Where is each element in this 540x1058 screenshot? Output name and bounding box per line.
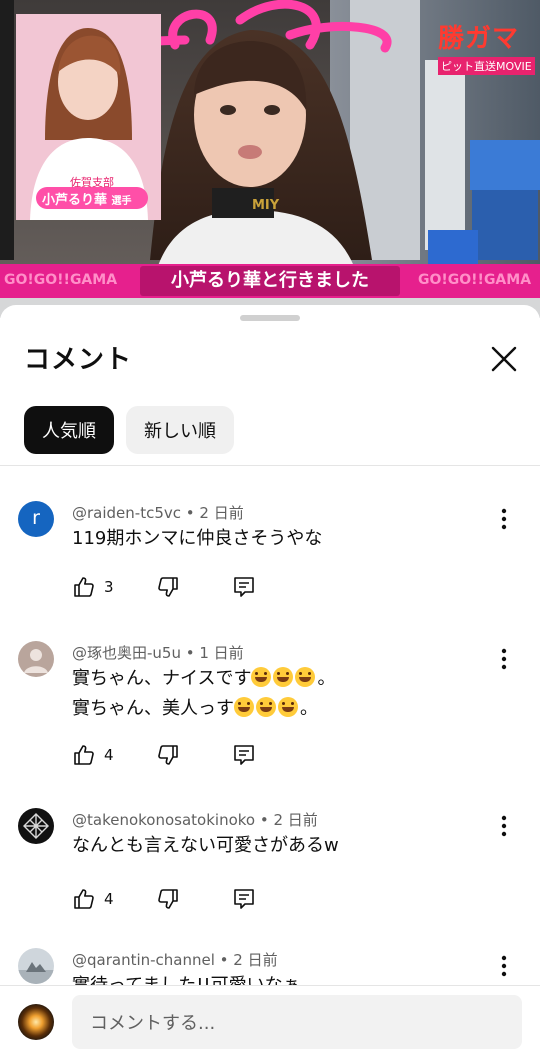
comment-author[interactable]: @raiden-tc5vc — [72, 504, 181, 522]
thumbs-down-icon — [158, 889, 178, 909]
dislike-button[interactable] — [156, 887, 180, 911]
like-count: 4 — [104, 746, 114, 764]
banner-text-right: GO!GO!!GAMA — [418, 272, 532, 288]
default-person-avatar-icon — [24, 649, 48, 673]
like-count: 3 — [104, 578, 114, 596]
grin-emoji-icon — [273, 667, 294, 687]
comment-item: @qarantin-channel • 2 日前 實待ってました!!可愛いなぁ — [0, 932, 540, 996]
comment-author[interactable]: @琢也奥田-u5u — [72, 644, 181, 662]
comment-author[interactable]: @qarantin-channel — [72, 951, 215, 969]
comment-compose-bar: コメントする... — [0, 985, 540, 1058]
comment-time: 1 日前 — [199, 644, 244, 662]
inset-suffix: 選手 — [111, 196, 132, 207]
avatar[interactable] — [18, 948, 54, 984]
separator: • — [181, 504, 200, 522]
comment-meta: @琢也奥田-u5u • 1 日前 — [72, 642, 244, 663]
panel-title: コメント — [24, 345, 133, 375]
line-end: 。 — [300, 698, 318, 719]
comment-time: 2 日前 — [273, 811, 318, 829]
grin-emoji-icon — [256, 697, 276, 717]
more-options-button[interactable] — [494, 954, 514, 978]
reply-button[interactable] — [232, 887, 256, 911]
thumbs-down-icon — [158, 577, 178, 597]
dislike-button[interactable] — [156, 575, 180, 599]
more-vert-icon — [501, 815, 507, 837]
user-avatar[interactable] — [18, 1004, 54, 1040]
landscape-photo-avatar-icon — [18, 962, 54, 984]
line-end: 。 — [317, 668, 336, 689]
thumbs-up-icon — [74, 889, 94, 909]
grin-emoji-icon — [234, 697, 254, 717]
video-caption: 小芦るり華と行きました — [140, 266, 400, 296]
comment-meta: @raiden-tc5vc • 2 日前 — [72, 502, 244, 523]
comment-item: @takenokonosatokinoko • 2 日前 なんとも言えない可愛さ… — [0, 792, 540, 932]
more-options-button[interactable] — [494, 647, 514, 671]
brand-subtitle: ピット直送MOVIE — [438, 57, 535, 75]
comment-item: @琢也奥田-u5u • 1 日前 實ちゃん、ナイスです。 實ちゃん、美人っす。 … — [0, 625, 540, 795]
inset-branch-label: 佐賀支部 — [70, 176, 114, 189]
comment-meta: @takenokonosatokinoko • 2 日前 — [72, 809, 318, 830]
comment-item: r @raiden-tc5vc • 2 日前 119期ホンマに仲良さそうやな 3 — [0, 485, 540, 625]
reply-button[interactable] — [232, 575, 256, 599]
avatar[interactable] — [18, 808, 54, 844]
more-vert-icon — [501, 955, 507, 977]
comment-text-line: 實ちゃん、美人っす 。 — [72, 695, 318, 723]
banner-text-left: GO!GO!!GAMA — [4, 272, 118, 288]
dislike-button[interactable] — [156, 743, 180, 767]
more-vert-icon — [501, 508, 507, 530]
shirt-text: MIY — [252, 198, 280, 213]
comment-text: 實ちゃん、ナイスです — [72, 668, 252, 689]
comment-author[interactable]: @takenokonosatokinoko — [72, 811, 255, 829]
avatar[interactable]: r — [18, 501, 54, 537]
close-button[interactable] — [486, 341, 522, 377]
thumbs-up-icon — [74, 577, 94, 597]
grin-emoji-icon — [278, 697, 298, 717]
comment-text: 實ちゃん、美人っす — [72, 698, 234, 719]
grin-emoji-icon — [295, 667, 316, 687]
separator: • — [214, 951, 234, 969]
thumbs-up-icon — [74, 745, 94, 765]
comments-panel: コメント 人気順 新しい順 r @raiden-tc5vc • 2 日前 119… — [0, 305, 540, 1057]
reply-icon — [234, 577, 254, 597]
like-count: 4 — [104, 890, 114, 908]
video-player[interactable]: 勝ガマ ピット直送MOVIE 佐賀支部 小芦るり華 選手 MIY GO!GO!!… — [0, 0, 540, 318]
comment-text: 119期ホンマに仲良さそうやな — [72, 528, 323, 549]
like-button[interactable]: 4 — [72, 887, 114, 911]
avatar[interactable] — [18, 641, 54, 677]
comment-time: 2 日前 — [199, 504, 244, 522]
inset-name-tag: 小芦るり華 選手 — [42, 189, 132, 208]
reply-button[interactable] — [232, 743, 256, 767]
separator: • — [180, 644, 200, 662]
tab-newest[interactable]: 新しい順 — [126, 406, 234, 454]
close-icon — [491, 346, 517, 372]
reply-icon — [234, 889, 254, 909]
like-button[interactable]: 3 — [72, 575, 114, 599]
comment-text-line: 實ちゃん、ナイスです 。 — [72, 665, 335, 693]
like-button[interactable]: 4 — [72, 743, 114, 767]
comment-text: なんとも言えない可愛さがあるw — [72, 835, 339, 856]
brand-logo: 勝ガマ ピット直送MOVIE — [438, 18, 538, 75]
brand-title: 勝ガマ — [438, 24, 520, 54]
comment-time: 2 日前 — [233, 951, 278, 969]
tab-popular[interactable]: 人気順 — [24, 406, 114, 454]
divider — [0, 465, 540, 466]
thumbs-down-icon — [158, 745, 178, 765]
more-vert-icon — [501, 648, 507, 670]
comment-meta: @qarantin-channel • 2 日前 — [72, 949, 278, 970]
reply-icon — [234, 745, 254, 765]
geometric-logo-avatar-icon — [23, 813, 49, 839]
comment-input[interactable]: コメントする... — [72, 995, 522, 1049]
avatar-letter: r — [32, 507, 40, 529]
drag-handle[interactable] — [240, 315, 300, 321]
more-options-button[interactable] — [494, 814, 514, 838]
more-options-button[interactable] — [494, 507, 514, 531]
separator: • — [255, 811, 274, 829]
inset-name: 小芦るり華 — [42, 193, 108, 208]
grin-emoji-icon — [251, 667, 272, 687]
